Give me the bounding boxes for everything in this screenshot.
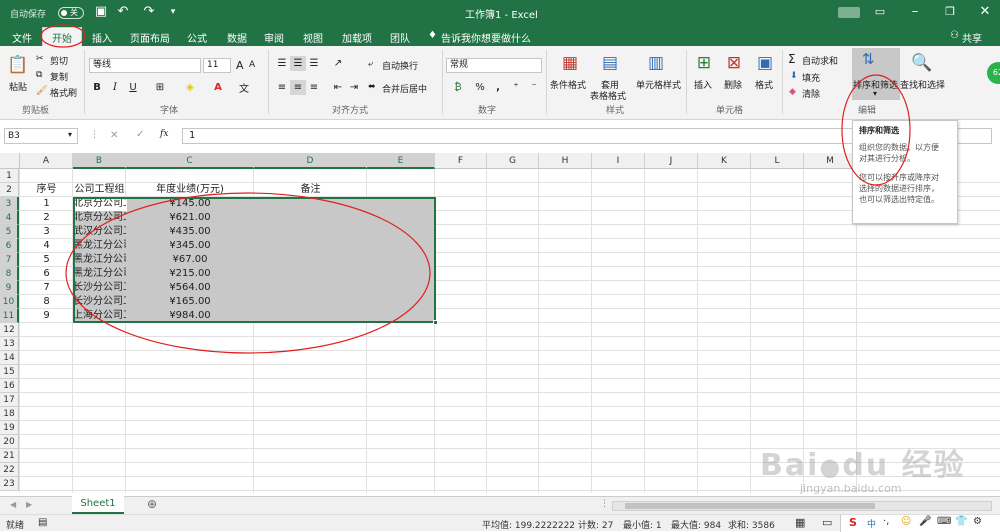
annotation-circle-table xyxy=(65,192,431,354)
status-average: 平均值: 199.2222222 xyxy=(482,521,576,531)
page-layout-view-icon[interactable]: ▭ xyxy=(822,516,832,529)
ime-toolbar[interactable]: S 中 ·, ☺ 🎤 ⌨ 👕 ⚙ xyxy=(840,515,1000,532)
sogou-icon: S xyxy=(849,516,857,529)
status-bar: 就绪 ▤ 平均值: 199.2222222 计数: 27 最小值: 1 最大值:… xyxy=(0,514,1000,532)
emoji-icon: ☺ xyxy=(901,516,912,527)
skin-icon: 👕 xyxy=(955,516,968,527)
watermark-url: jingyan.baidu.com xyxy=(800,482,902,495)
sheet-tabs-bar: ◀ ▶ Sheet1 ⊕ ⋮ xyxy=(0,496,1000,514)
sheet-tab-sheet1[interactable]: Sheet1 xyxy=(72,496,124,514)
next-sheet-icon[interactable]: ▶ xyxy=(26,500,32,509)
status-max: 最大值: 984 xyxy=(671,521,722,531)
keyboard-icon: ⌨ xyxy=(937,516,952,527)
toolbox-icon: ⚙ xyxy=(973,516,982,527)
status-min: 最小值: 1 xyxy=(623,521,662,531)
baidu-watermark-logo: Bai●du 经验 xyxy=(760,448,966,483)
new-sheet-icon[interactable]: ⊕ xyxy=(147,497,157,511)
punct-icon: ·, xyxy=(883,516,890,527)
macro-record-icon[interactable]: ▤ xyxy=(38,517,47,528)
mic-icon: 🎤 xyxy=(919,516,932,527)
status-sum: 求和: 3586 xyxy=(728,521,775,531)
annotation-circle-home-tab xyxy=(40,24,86,48)
status-count: 计数: 27 xyxy=(578,521,614,531)
normal-view-icon[interactable]: ▦ xyxy=(795,516,805,529)
ime-lang-icon: 中 xyxy=(867,520,877,530)
annotation-circle-sort-filter xyxy=(841,74,911,186)
horizontal-scrollbar[interactable] xyxy=(612,501,992,511)
prev-sheet-icon[interactable]: ◀ xyxy=(10,500,16,509)
tab-split-icon[interactable]: ⋮ xyxy=(600,499,609,509)
ready-status: 就绪 xyxy=(6,521,25,531)
